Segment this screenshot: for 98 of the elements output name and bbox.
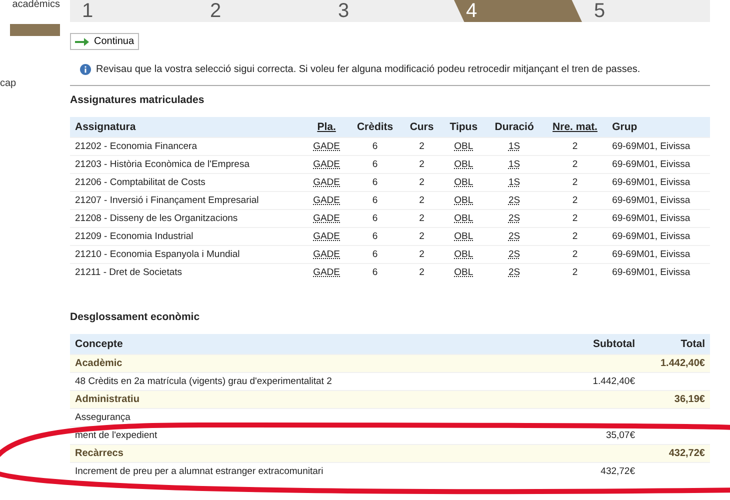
- table-cell: 69-69M01, Eivissa: [607, 228, 710, 246]
- sidebar-item[interactable]: cap: [0, 78, 16, 89]
- column-header: Crèdits: [348, 117, 402, 138]
- column-header: Nre. mat.: [542, 117, 608, 138]
- table-cell: 69-69M01, Eivissa: [607, 174, 710, 192]
- column-header: Tipus: [442, 117, 486, 138]
- table-cell: 1S: [486, 156, 543, 174]
- table-cell: 69-69M01, Eivissa: [607, 156, 710, 174]
- table-cell: 6: [348, 138, 402, 156]
- table-cell: 2S: [486, 210, 543, 228]
- column-header: Total: [640, 334, 710, 354]
- table-cell: 6: [348, 228, 402, 246]
- table-cell: 2: [402, 228, 442, 246]
- table-cell: 36,19€: [640, 390, 710, 408]
- table-cell: OBL: [442, 138, 486, 156]
- table-cell: Administratiu: [70, 390, 540, 408]
- step-tab[interactable]: 1: [70, 0, 198, 22]
- table-cell: 6: [348, 174, 402, 192]
- table-cell: GADE: [305, 228, 348, 246]
- table-cell: 2: [402, 246, 442, 264]
- table-cell: 2: [402, 174, 442, 192]
- table-cell: 2: [542, 192, 608, 210]
- table-cell: 21210 - Economia Espanyola i Mundial: [70, 246, 305, 264]
- sidebar-selected-bar[interactable]: [10, 24, 60, 36]
- table-cell: Assegurança: [70, 408, 540, 426]
- table-cell: OBL: [442, 210, 486, 228]
- table-cell: 6: [348, 246, 402, 264]
- table-cell: Acadèmic: [70, 354, 540, 372]
- arrow-icon: [75, 38, 89, 46]
- column-header: Subtotal: [540, 334, 640, 354]
- table-cell: GADE: [305, 174, 348, 192]
- table-cell: 2S: [486, 264, 543, 281]
- table-cell: 69-69M01, Eivissa: [607, 138, 710, 156]
- table-cell: 21202 - Economia Financera: [70, 138, 305, 156]
- table-cell: 2: [402, 210, 442, 228]
- table-cell: 21207 - Inversió i Finançament Empresarial: [70, 192, 305, 210]
- section-title: Assignatures matriculades: [70, 94, 206, 106]
- table-cell: 2: [402, 138, 442, 156]
- table-cell: GADE: [305, 210, 348, 228]
- table-cell: 2: [542, 138, 608, 156]
- table-cell: OBL: [442, 192, 486, 210]
- step-tab[interactable]: 5: [582, 0, 710, 22]
- column-header: Duració: [486, 117, 543, 138]
- table-cell: OBL: [442, 246, 486, 264]
- table-cell: 1S: [486, 174, 543, 192]
- table-cell: 432,72€: [640, 444, 710, 462]
- table-cell: GADE: [305, 156, 348, 174]
- column-header: Curs: [402, 117, 442, 138]
- table-cell: 2: [542, 264, 608, 281]
- table-cell: 2S: [486, 228, 543, 246]
- table-cell: OBL: [442, 264, 486, 281]
- table-cell: 21208 - Disseny de les Organitzacions: [70, 210, 305, 228]
- table-cell: GADE: [305, 138, 348, 156]
- table-cell: 69-69M01, Eivissa: [607, 246, 710, 264]
- continue-button[interactable]: Continua: [70, 33, 140, 50]
- table-cell: 21206 - Comptabilitat de Costs: [70, 174, 305, 192]
- info-message: Revisau que la vostra selecció sigui correcta. Si voleu fer alguna modificació podeu retrocedir mitjançant el tren de passes.: [96, 64, 640, 75]
- step-tab[interactable]: 3: [326, 0, 454, 22]
- table-cell: Recàrrecs: [70, 444, 540, 462]
- table-cell: 6: [348, 192, 402, 210]
- table-cell: 2: [542, 174, 608, 192]
- table-cell: 1S: [486, 138, 543, 156]
- table-cell: 69-69M01, Eivissa: [607, 210, 710, 228]
- column-header: Grup: [607, 117, 710, 138]
- info-icon: [80, 64, 91, 75]
- table-cell: GADE: [305, 246, 348, 264]
- table-cell: 2S: [486, 192, 543, 210]
- table-cell: GADE: [305, 192, 348, 210]
- table-cell: 2: [402, 156, 442, 174]
- sidebar-item[interactable]: acadèmics: [12, 0, 60, 10]
- step-tab[interactable]: 4: [454, 0, 582, 22]
- section-title: Desglossament econòmic: [70, 311, 201, 323]
- table-cell: 432,72€: [540, 462, 640, 480]
- table-cell: 2: [542, 228, 608, 246]
- table-cell: OBL: [442, 174, 486, 192]
- table-cell: Increment de preu per a alumnat estranger extracomunitari: [70, 462, 540, 480]
- table-cell: 69-69M01, Eivissa: [607, 192, 710, 210]
- column-header: Assignatura: [70, 117, 305, 138]
- table-cell: 21211 - Dret de Societats: [70, 264, 305, 281]
- table-cell: 6: [348, 264, 402, 281]
- table-cell: 2: [542, 246, 608, 264]
- table-cell: 21209 - Economia Industrial: [70, 228, 305, 246]
- table-cell: 2S: [486, 246, 543, 264]
- table-cell: 1.442,40€: [640, 354, 710, 372]
- table-cell: OBL: [442, 156, 486, 174]
- table-cell: 69-69M01, Eivissa: [607, 264, 710, 281]
- step-tab[interactable]: 2: [198, 0, 326, 22]
- table-cell: 6: [348, 156, 402, 174]
- table-cell: 2: [542, 156, 608, 174]
- table-cell: 6: [348, 210, 402, 228]
- table-cell: GADE: [305, 264, 348, 281]
- table-cell: 21203 - Història Econòmica de l'Empresa: [70, 156, 305, 174]
- table-cell: 2: [402, 192, 442, 210]
- column-header: Concepte: [70, 334, 540, 354]
- table-cell: 2: [402, 264, 442, 281]
- column-header: Pla.: [305, 117, 348, 138]
- table-cell: OBL: [442, 228, 486, 246]
- table-cell: 2: [542, 210, 608, 228]
